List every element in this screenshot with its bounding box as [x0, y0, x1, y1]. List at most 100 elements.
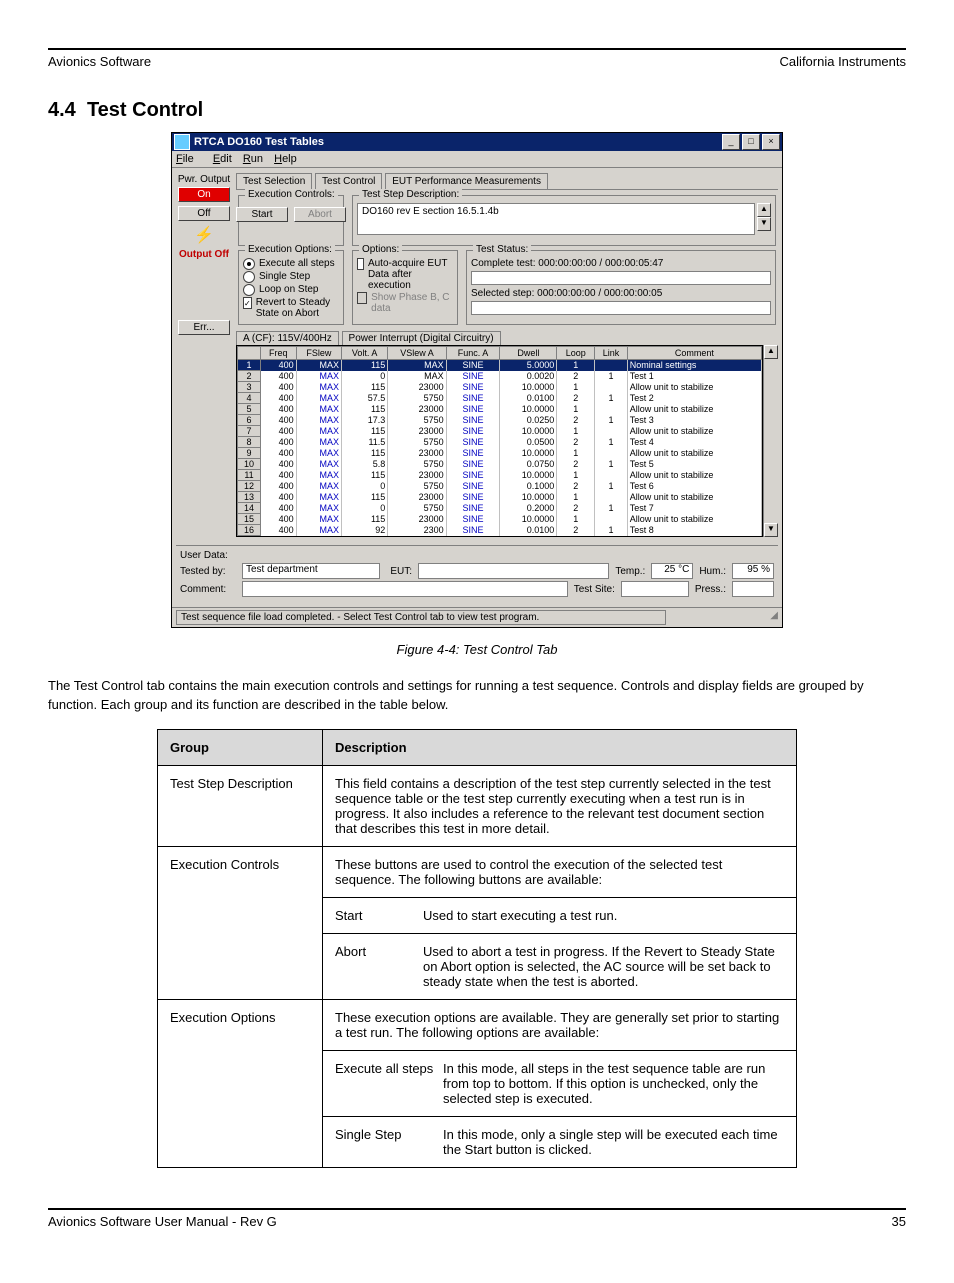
temp-field[interactable]: 25 °C: [651, 563, 693, 579]
table-row[interactable]: 12400MAX05750SINE0.100021Test 6: [238, 481, 762, 492]
menu-run[interactable]: Run: [243, 153, 263, 165]
comment-label: Comment:: [180, 584, 236, 595]
footer-right: 35: [892, 1214, 906, 1229]
left-panel: Pwr. Output On Off ⚡ Output Off Err...: [172, 168, 236, 541]
hum-label: Hum.:: [699, 566, 726, 577]
press-label: Press.:: [695, 584, 726, 595]
table-row[interactable]: 3400MAX11523000SINE10.00001Allow unit to…: [238, 382, 762, 393]
table-row[interactable]: 15400MAX11523000SINE10.00001Allow unit t…: [238, 514, 762, 525]
tested-by-label: Tested by:: [180, 566, 236, 577]
tab-test-control[interactable]: Test Control: [315, 173, 382, 190]
temp-label: Temp.:: [615, 566, 645, 577]
statusbar: Test sequence file load completed. - Sel…: [172, 607, 782, 627]
titlebar[interactable]: RTCA DO160 Test Tables _ □ ×: [172, 133, 782, 151]
radio-execute-all[interactable]: [243, 258, 255, 270]
abort-button[interactable]: Abort: [294, 207, 346, 222]
opt-auto-label: Auto-acquire EUT Data after execution: [368, 258, 453, 291]
step-desc-label: Test Step Description:: [359, 189, 462, 200]
menu-file[interactable]: File: [176, 153, 202, 165]
section-title: 4.4 Test Control: [48, 99, 906, 122]
table-row[interactable]: 4400MAX57.55750SINE0.010021Test 2: [238, 393, 762, 404]
opt-revert-label: Revert to Steady State on Abort: [256, 297, 339, 319]
tested-by-field[interactable]: Test department: [242, 563, 380, 579]
table-scrollbar[interactable]: ▲ ▼: [763, 345, 778, 537]
app-window: RTCA DO160 Test Tables _ □ × File Edit R…: [171, 132, 783, 628]
menu-help[interactable]: Help: [274, 153, 297, 165]
check-auto-acquire[interactable]: [357, 258, 364, 270]
bolt-icon: ⚡: [174, 225, 234, 245]
start-button[interactable]: Start: [236, 207, 288, 222]
site-label: Test Site:: [574, 584, 615, 595]
scroll-up-icon[interactable]: ▲: [757, 203, 771, 217]
subtab-a[interactable]: A (CF): 115V/400Hz: [236, 331, 339, 345]
opt-single-label: Single Step: [259, 271, 310, 282]
test-sequence-table[interactable]: FreqFSlewVolt. AVSlew AFunc. ADwellLoopL…: [236, 345, 763, 537]
resize-grip-icon[interactable]: ◢: [770, 610, 778, 621]
status-complete-bar: [471, 271, 771, 285]
opt-all-label: Execute all steps: [259, 258, 335, 269]
tab-test-selection[interactable]: Test Selection: [236, 173, 312, 189]
radio-single-step[interactable]: [243, 271, 255, 283]
table-scroll-up-icon[interactable]: ▲: [764, 345, 778, 359]
step-desc-scrollbar[interactable]: ▲ ▼: [757, 203, 771, 235]
table-row[interactable]: 11400MAX11523000SINE10.00001Allow unit t…: [238, 470, 762, 481]
opt-show-label: Show Phase B, C data: [371, 292, 453, 314]
col-description: Description: [323, 729, 797, 765]
header-left: Avionics Software: [48, 54, 151, 69]
site-field[interactable]: [621, 581, 689, 597]
header-right: California Instruments: [780, 54, 906, 69]
page-footer: Avionics Software User Manual - Rev G 35: [48, 1214, 906, 1229]
figure-caption: Figure 4-4: Test Control Tab: [48, 642, 906, 657]
main-tabs: Test Selection Test Control EUT Performa…: [236, 172, 778, 190]
step-description-box: DO160 rev E section 16.5.1.4b: [357, 203, 755, 235]
press-field[interactable]: [732, 581, 774, 597]
user-data-label: User Data:: [180, 550, 774, 561]
table-row[interactable]: 16400MAX922300SINE0.010021Test 8: [238, 525, 762, 536]
table-row[interactable]: 5400MAX11523000SINE10.00001Allow unit to…: [238, 404, 762, 415]
hum-field[interactable]: 95 %: [732, 563, 774, 579]
subtab-b[interactable]: Power Interrupt (Digital Circuitry): [342, 331, 501, 345]
col-group: Group: [158, 729, 323, 765]
radio-loop[interactable]: [243, 284, 255, 296]
table-row[interactable]: 14400MAX05750SINE0.200021Test 7: [238, 503, 762, 514]
opt-loop-label: Loop on Step: [259, 284, 319, 295]
table-row[interactable]: 6400MAX17.35750SINE0.025021Test 3: [238, 415, 762, 426]
eut-field[interactable]: [418, 563, 609, 579]
window-title: RTCA DO160 Test Tables: [194, 136, 720, 148]
bottom-rule: [48, 1208, 906, 1210]
table-row[interactable]: 13400MAX11523000SINE10.00001Allow unit t…: [238, 492, 762, 503]
app-icon: [174, 134, 190, 150]
check-revert[interactable]: ✓: [243, 297, 252, 309]
section-name: Test Control: [87, 99, 203, 121]
menu-edit[interactable]: Edit: [213, 153, 232, 165]
maximize-icon[interactable]: □: [742, 134, 760, 150]
off-button[interactable]: Off: [178, 206, 230, 221]
on-button[interactable]: On: [178, 187, 230, 202]
comment-field[interactable]: [242, 581, 568, 597]
table-scroll-down-icon[interactable]: ▼: [764, 523, 778, 537]
table-row[interactable]: 7400MAX11523000SINE10.00001Allow unit to…: [238, 426, 762, 437]
table-row[interactable]: 10400MAX5.85750SINE0.075021Test 5: [238, 459, 762, 470]
check-show-phase: [357, 292, 367, 304]
status-selected: Selected step: 000:00:00:00 / 000:00:00:…: [471, 288, 771, 299]
footer-left: Avionics Software User Manual - Rev G: [48, 1214, 277, 1229]
tab-eut-measurements[interactable]: EUT Performance Measurements: [385, 173, 548, 189]
scroll-down-icon[interactable]: ▼: [757, 217, 771, 231]
menubar: File Edit Run Help: [172, 151, 782, 168]
exec-options-label: Execution Options:: [245, 244, 335, 255]
table-row[interactable]: 2400MAX0MAXSINE0.002021Test 1: [238, 371, 762, 382]
output-off-label: Output Off: [174, 249, 234, 260]
user-data-group: User Data: Tested by: Test department EU…: [176, 545, 778, 603]
table-row[interactable]: 1400MAX115MAXSINE5.00001Nominal settings: [238, 360, 762, 371]
close-icon[interactable]: ×: [762, 134, 780, 150]
minimize-icon[interactable]: _: [722, 134, 740, 150]
table-row[interactable]: 8400MAX11.55750SINE0.050021Test 4: [238, 437, 762, 448]
test-status-label: Test Status:: [473, 244, 531, 255]
page-header: Avionics Software California Instruments: [48, 50, 906, 69]
exec-controls-label: Execution Controls:: [245, 189, 338, 200]
err-button[interactable]: Err...: [178, 320, 230, 335]
pwr-output-label: Pwr. Output: [174, 174, 234, 185]
eut-label: EUT:: [386, 566, 412, 577]
table-row[interactable]: 9400MAX11523000SINE10.00001Allow unit to…: [238, 448, 762, 459]
status-complete: Complete test: 000:00:00:00 / 000:00:05:…: [471, 258, 771, 269]
